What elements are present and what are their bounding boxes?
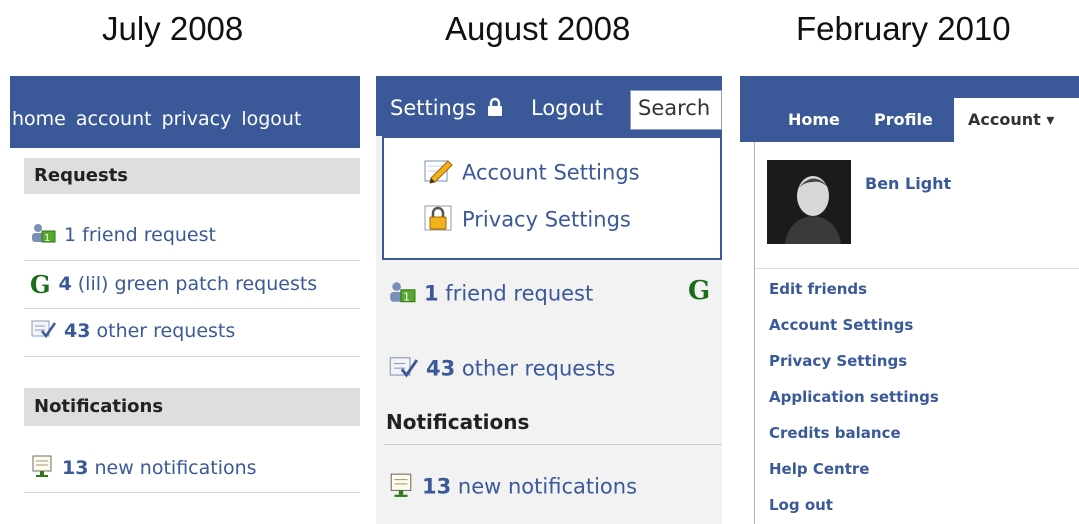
notifications-row[interactable]: 13 new notifications — [388, 472, 637, 503]
other-requests-icon — [388, 354, 419, 385]
sidebar: Requests 1 1 friend request G4 (lil) gre… — [10, 148, 360, 524]
friend-request-row[interactable]: 1 1 friend request — [30, 222, 216, 249]
green-patch-count: 4 — [58, 273, 72, 295]
svg-text:1: 1 — [44, 233, 50, 244]
nav-account[interactable]: account — [76, 108, 152, 130]
padlock-icon — [424, 204, 454, 237]
menu-item-help-centre[interactable]: Help Centre — [769, 460, 869, 478]
other-requests-row[interactable]: 43 other requests — [30, 318, 235, 345]
profile-name-link[interactable]: Ben Light — [865, 174, 951, 193]
tab-home[interactable]: Home — [788, 110, 840, 129]
account-settings-item[interactable]: Account Settings — [424, 158, 640, 189]
notifications-label: new notifications — [451, 474, 638, 499]
menu-item-privacy-settings[interactable]: Privacy Settings — [769, 352, 907, 370]
divider — [384, 444, 722, 445]
avatar[interactable] — [767, 160, 851, 244]
other-requests-count: 43 — [426, 356, 456, 381]
friend-request-label: 1 friend request — [64, 224, 216, 246]
settings-label: Settings — [390, 96, 477, 120]
search-input[interactable]: Search — [630, 90, 722, 130]
green-patch-label: (lil) green patch requests — [71, 273, 318, 295]
privacy-settings-item[interactable]: Privacy Settings — [424, 204, 631, 237]
title-february-2010: February 2010 — [796, 10, 1011, 47]
nav-logout[interactable]: logout — [241, 108, 301, 130]
divider — [755, 268, 1079, 269]
notifications-heading: Notifications — [386, 410, 530, 434]
nav-links: home account privacy logout — [12, 108, 311, 130]
august-2008-panel: Settings Logout Search Account Settings … — [376, 76, 722, 524]
title-august-2008: August 2008 — [445, 10, 631, 47]
account-menu-tab[interactable]: Account ▾ — [954, 98, 1079, 142]
requests-heading: Requests — [24, 158, 360, 194]
account-dropdown: Ben Light Edit friends Account Settings … — [754, 142, 1079, 524]
settings-menu-button[interactable]: Settings — [390, 96, 503, 122]
pencil-icon — [424, 158, 454, 189]
divider — [24, 308, 360, 309]
july-2008-panel: home account privacy logout Requests 1 1 fr… — [10, 76, 360, 524]
nav-home[interactable]: home — [12, 108, 66, 130]
other-requests-icon — [30, 318, 57, 345]
menu-item-credits-balance[interactable]: Credits balance — [769, 424, 901, 442]
february-2010-panel: Home Profile Account ▾ Ben Light Edit fr… — [740, 76, 1079, 524]
privacy-settings-label: Privacy Settings — [462, 207, 631, 232]
other-requests-label: other requests — [90, 320, 236, 342]
notifications-row[interactable]: 13 new notifications — [30, 454, 257, 483]
top-nav-bar: home account privacy logout — [10, 76, 360, 148]
notifications-heading: Notifications — [24, 388, 360, 426]
divider — [24, 356, 360, 357]
svg-text:1: 1 — [403, 291, 410, 304]
friend-request-row[interactable]: 1 1 friend request — [388, 280, 593, 309]
green-patch-icon: G — [30, 270, 51, 299]
other-requests-count: 43 — [64, 320, 91, 342]
friend-request-label: friend request — [438, 281, 594, 306]
divider — [24, 260, 360, 261]
divider — [24, 492, 360, 493]
menu-item-application-settings[interactable]: Application settings — [769, 388, 939, 406]
friend-request-icon: 1 — [30, 222, 56, 249]
other-requests-label: other requests — [455, 356, 616, 381]
nav-privacy[interactable]: privacy — [162, 108, 232, 130]
account-settings-label: Account Settings — [462, 160, 640, 185]
notifications-count: 13 — [62, 457, 89, 479]
other-requests-row[interactable]: 43 other requests — [388, 354, 615, 385]
notifications-icon — [388, 472, 414, 503]
settings-dropdown: Account Settings Privacy Settings — [382, 136, 722, 260]
green-patch-row[interactable]: G4 (lil) green patch requests — [30, 270, 317, 299]
top-nav-bar: Settings Logout Search — [376, 76, 722, 136]
notifications-label: new notifications — [88, 457, 257, 479]
menu-item-edit-friends[interactable]: Edit friends — [769, 280, 867, 298]
notifications-count: 13 — [422, 474, 452, 499]
green-patch-icon[interactable]: G — [688, 276, 710, 306]
logout-link[interactable]: Logout — [531, 96, 603, 120]
lock-icon — [487, 97, 503, 122]
menu-item-account-settings[interactable]: Account Settings — [769, 316, 913, 334]
friend-request-icon: 1 — [388, 280, 416, 309]
notifications-icon — [30, 454, 54, 483]
friend-request-count: 1 — [424, 281, 439, 306]
menu-item-log-out[interactable]: Log out — [769, 496, 833, 514]
title-july-2008: July 2008 — [102, 10, 244, 47]
tab-profile[interactable]: Profile — [874, 110, 933, 129]
